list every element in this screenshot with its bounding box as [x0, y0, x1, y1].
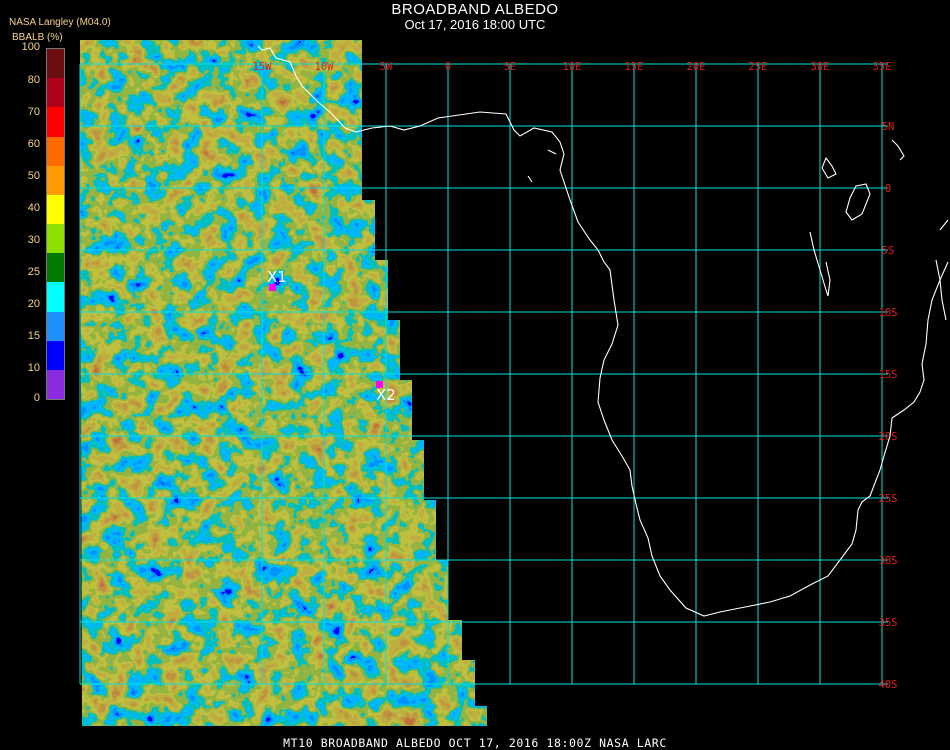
- colorbar-tick-label: 20: [27, 298, 40, 310]
- colorbar-segment: [47, 49, 64, 79]
- grid-label: 5S: [882, 245, 895, 257]
- colorbar-tick-label: 100: [21, 41, 40, 53]
- colorbar-segment: [47, 78, 64, 108]
- colorbar-segment: [47, 311, 64, 342]
- grid-label: 35E: [873, 61, 892, 73]
- grid-label: 15E: [625, 61, 644, 73]
- colorbar-segment: [47, 224, 64, 254]
- grid-label: 40S: [879, 679, 898, 691]
- colorbar-segment: [47, 107, 64, 137]
- colorbar-segment: [47, 136, 64, 167]
- grid-label: 10S: [879, 307, 898, 319]
- colorbar-tick-label: 50: [27, 170, 40, 182]
- grid-label: 20E: [687, 61, 706, 73]
- colorbar-tick-label: 60: [27, 138, 40, 150]
- satellite-swath: [80, 40, 487, 726]
- colorbar-tick-label: 70: [27, 106, 40, 118]
- albedo-map: 15W 10W 5W 0 5E 10E 15E 20E 25E 30E 35E 5N 0 5S 10S 15S…: [79, 40, 949, 726]
- grid-label: 15W: [253, 61, 273, 73]
- colorbar-segment: [47, 340, 64, 371]
- colorbar-segment: [47, 369, 64, 400]
- grid-label: 30E: [811, 61, 830, 73]
- footer-caption: MT10 BROADBAND ALBEDO OCT 17, 2016 18:00…: [283, 736, 667, 750]
- colorbar-segment: [47, 282, 64, 312]
- colorbar-tick-label: 40: [27, 202, 40, 214]
- grid-label: 5N: [882, 121, 895, 133]
- colorbar: [46, 48, 65, 400]
- colorbar-tick-label: 0: [33, 392, 40, 404]
- grid-label: 15S: [879, 369, 898, 381]
- grid-label: 25E: [749, 61, 768, 73]
- colorbar-segment: [47, 165, 64, 196]
- colorbar-tick-label: 30: [27, 234, 40, 246]
- colorbar-tick-label: 15: [27, 330, 40, 342]
- colorbar-tick-label: 80: [27, 74, 40, 86]
- grid-label: 10E: [563, 61, 582, 73]
- grid-label: 0: [885, 183, 891, 195]
- grid-label: 10W: [315, 61, 335, 73]
- grid-label: 5E: [504, 61, 517, 73]
- colorbar-tick-label: 25: [27, 266, 40, 278]
- grid-label: 0: [445, 61, 451, 73]
- grid-label: 30S: [879, 555, 898, 567]
- colorbar-segment: [47, 253, 64, 283]
- grid-label: 35S: [879, 617, 898, 629]
- grid-label: 25S: [879, 493, 898, 505]
- site-marker-label: X1: [267, 268, 287, 286]
- colorbar-segment: [47, 194, 64, 225]
- colorbar-tick-label: 10: [27, 362, 40, 374]
- grid-label: 5W: [380, 61, 393, 73]
- site-marker-label: X2: [376, 386, 396, 404]
